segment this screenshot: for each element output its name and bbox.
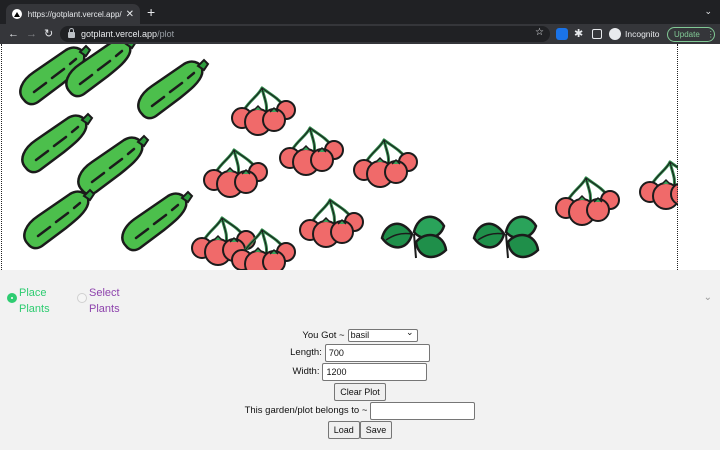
zucchini-plant[interactable]	[77, 134, 150, 196]
plot-outside-area	[678, 44, 720, 270]
zucchini-plant[interactable]	[137, 58, 210, 120]
width-row: Width: 1200	[0, 362, 720, 381]
owner-row: This garden/plot belongs to ~	[0, 401, 720, 420]
plant-select[interactable]: basil	[347, 327, 418, 342]
plot-border-left	[1, 44, 2, 270]
load-save-row: Load Save	[0, 420, 720, 439]
tab-search-chevron-icon[interactable]: ⌄	[704, 6, 712, 17]
update-button[interactable]: Update ⋮	[667, 27, 715, 42]
tomato-plant[interactable]	[202, 148, 269, 199]
chevron-down-icon[interactable]: ⌄	[704, 292, 712, 303]
select-plants-label[interactable]: Select Plants	[89, 285, 129, 317]
browser-tab[interactable]: https://gotplant.vercel.app/pl ✕	[6, 4, 140, 24]
side-panel-icon[interactable]	[592, 29, 602, 39]
zucchini-plant[interactable]	[21, 112, 94, 174]
place-plants-radio[interactable]	[7, 293, 17, 303]
new-tab-icon[interactable]: +	[147, 5, 155, 19]
basil-plant[interactable]	[380, 215, 448, 260]
url-path: /plot	[157, 29, 175, 39]
plot-canvas[interactable]	[0, 44, 720, 270]
forward-arrow-icon[interactable]: →	[26, 27, 37, 41]
lock-icon	[68, 28, 75, 38]
site-favicon-icon	[12, 9, 22, 19]
incognito-icon	[609, 28, 621, 40]
close-tab-icon[interactable]: ✕	[126, 9, 134, 20]
width-label: Width:	[292, 366, 320, 377]
kebab-menu-icon[interactable]: ⋮	[707, 30, 715, 39]
length-row: Length: 700	[0, 343, 720, 362]
clear-plot-button[interactable]: Clear Plot	[334, 382, 386, 401]
basil-plant[interactable]	[472, 215, 540, 260]
select-plants-radio[interactable]	[77, 293, 87, 303]
incognito-label: Incognito	[625, 29, 660, 39]
update-label: Update	[674, 30, 700, 39]
save-button[interactable]: Save	[359, 420, 393, 439]
tomato-plant[interactable]	[352, 138, 419, 189]
owner-label: This garden/plot belongs to ~	[244, 405, 368, 416]
tomato-plant[interactable]	[278, 126, 345, 177]
zucchini-plant[interactable]	[23, 188, 96, 250]
place-plants-label[interactable]: Place Plants	[19, 285, 59, 317]
tomato-plant[interactable]	[230, 86, 297, 137]
tab-title: https://gotplant.vercel.app/pl	[27, 9, 122, 19]
zucchini-plant[interactable]	[121, 190, 194, 252]
width-input[interactable]: 1200	[322, 362, 428, 381]
you-got-label: You Got ~	[302, 329, 345, 341]
extension-icon[interactable]	[556, 28, 568, 40]
address-bar[interactable]: gotplant.vercel.app /plot ☆	[60, 26, 550, 42]
bookmark-star-icon[interactable]: ☆	[535, 27, 544, 38]
controls-panel: Place Plants Select Plants ⌄ You Got ~ b…	[0, 270, 720, 450]
reload-icon[interactable]: ↻	[44, 27, 53, 41]
owner-input[interactable]	[370, 401, 476, 420]
puzzle-extensions-icon[interactable]: ✱	[574, 28, 586, 40]
url-host: gotplant.vercel.app	[81, 29, 158, 39]
tomato-plant[interactable]	[554, 176, 621, 227]
clear-row: Clear Plot	[0, 382, 720, 401]
you-got-row: You Got ~ basil	[0, 327, 720, 342]
length-label: Length:	[290, 347, 322, 358]
page-viewport: Place Plants Select Plants ⌄ You Got ~ b…	[0, 44, 720, 450]
tomato-plant[interactable]	[298, 198, 365, 249]
garden-plot[interactable]	[0, 44, 720, 270]
back-arrow-icon[interactable]: ←	[8, 27, 19, 41]
length-input[interactable]: 700	[324, 343, 430, 362]
browser-tab-bar: https://gotplant.vercel.app/pl ✕ + ⌄	[0, 0, 720, 24]
load-button[interactable]: Load	[327, 420, 360, 439]
browser-toolbar: ← → ↻ gotplant.vercel.app /plot ☆ ✱ Inco…	[0, 24, 720, 44]
plot-border-right	[677, 44, 678, 270]
